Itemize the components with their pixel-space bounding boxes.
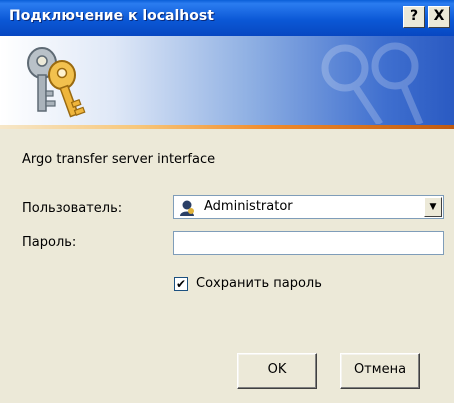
user-combobox[interactable]: Administrator ▼ <box>173 195 444 219</box>
user-icon <box>180 200 194 216</box>
ok-button[interactable]: OK <box>237 353 317 389</box>
help-button[interactable]: ? <box>403 6 425 28</box>
banner-stripe <box>0 125 454 129</box>
keys-watermark-icon <box>321 42 424 124</box>
keys-icon <box>27 47 86 118</box>
title-bar[interactable]: Подключение к localhost ? X <box>0 0 454 36</box>
window-title: Подключение к localhost <box>9 8 214 24</box>
save-password-label[interactable]: Сохранить пароль <box>196 276 322 291</box>
cancel-button[interactable]: Отмена <box>340 353 420 389</box>
login-dialog: Подключение к localhost ? X Argo transfe… <box>0 0 454 403</box>
chevron-down-icon[interactable]: ▼ <box>424 197 442 217</box>
close-button[interactable]: X <box>428 6 450 28</box>
user-value: Administrator <box>204 199 293 214</box>
server-description: Argo transfer server interface <box>22 152 216 167</box>
password-field[interactable] <box>173 231 444 255</box>
password-label: Пароль: <box>22 235 77 250</box>
user-label: Пользователь: <box>22 201 123 216</box>
save-password-checkbox[interactable]: ✔ <box>174 277 188 291</box>
